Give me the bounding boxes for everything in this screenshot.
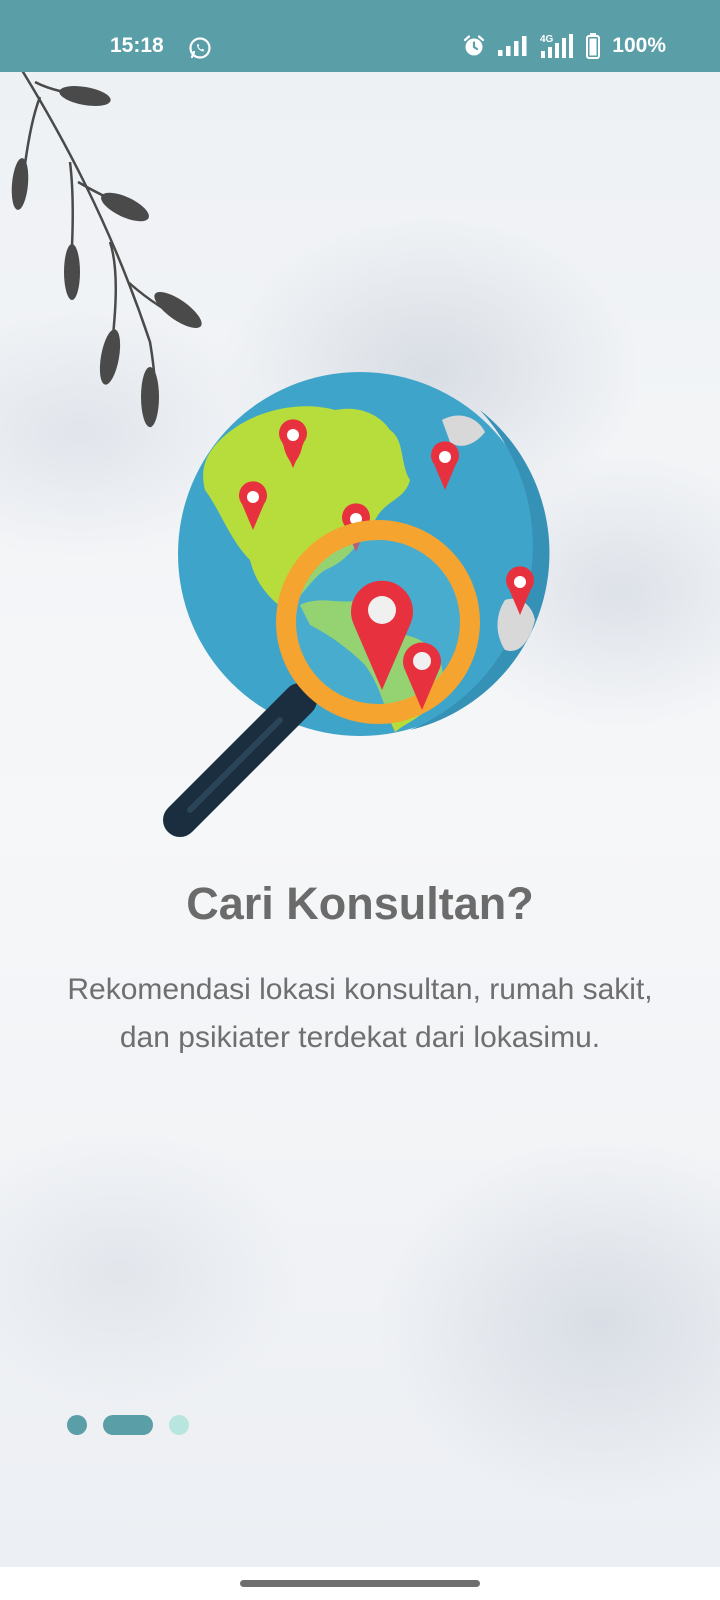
network-label: 4G	[540, 34, 554, 45]
signal-4g-icon: 4G	[540, 34, 574, 58]
page-dot-3[interactable]	[169, 1415, 189, 1435]
onboarding-screen[interactable]: Cari Konsultan? Rekomendasi lokasi konsu…	[0, 72, 720, 1567]
battery-percent: 100%	[612, 34, 666, 57]
page-dot-1[interactable]	[67, 1415, 87, 1435]
status-time: 15:18	[110, 34, 164, 57]
status-bar: 15:18 4G 100%	[0, 0, 720, 72]
whatsapp-icon	[189, 37, 211, 59]
status-icons: 4G 100%	[462, 33, 666, 59]
signal-icon	[498, 36, 527, 56]
onboarding-description: Rekomendasi lokasi konsultan, rumah saki…	[67, 973, 653, 1054]
page-dot-2-active[interactable]	[103, 1415, 153, 1435]
battery-icon	[586, 33, 601, 59]
onboarding-title: Cari Konsultan?	[186, 878, 534, 929]
page-indicator	[67, 1415, 189, 1435]
alarm-icon	[464, 35, 485, 56]
home-gesture-handle[interactable]	[240, 1580, 480, 1587]
globe-search-illustration	[163, 372, 550, 837]
navigation-bar	[0, 1567, 720, 1600]
